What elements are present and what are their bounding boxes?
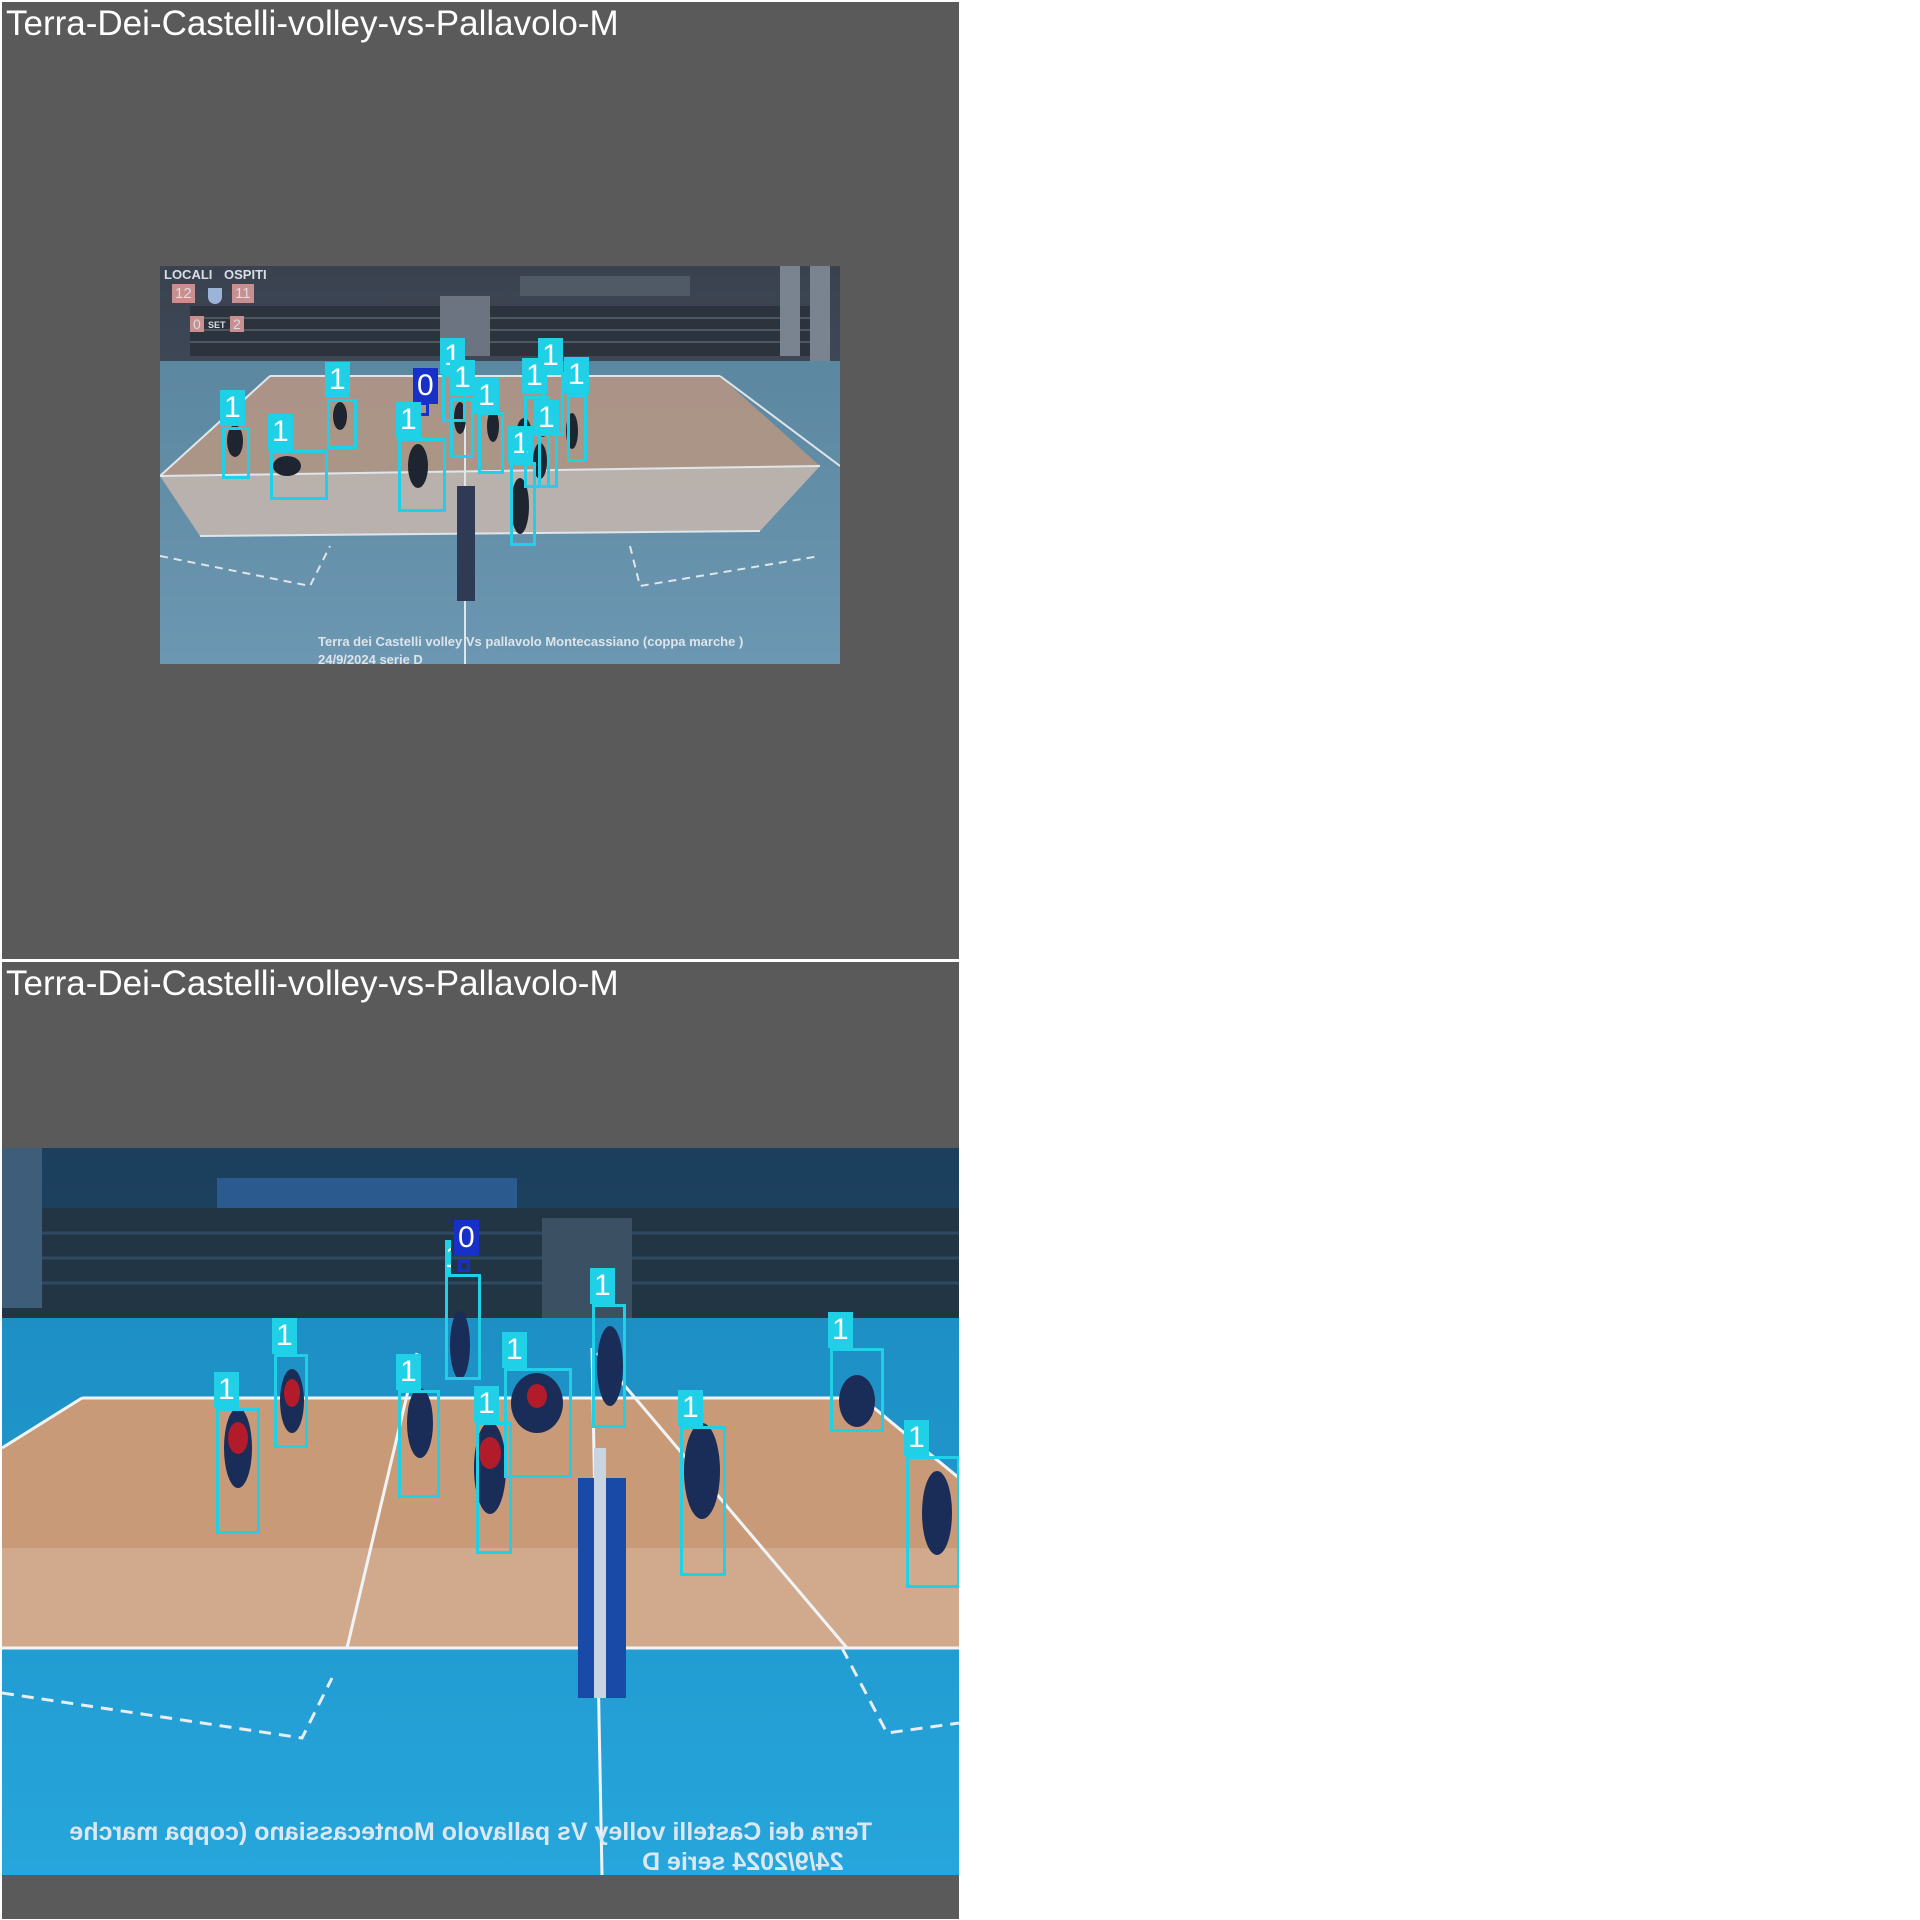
detection-box — [327, 399, 357, 449]
detection-label: 1 — [904, 1420, 929, 1456]
detection-box — [216, 1408, 260, 1534]
scoreboard-away-sets: 2 — [230, 316, 244, 332]
detection-label: 1 — [678, 1390, 703, 1426]
detection-box — [680, 1426, 726, 1576]
detection-label: 1 — [564, 357, 589, 393]
detection-label: 1 — [502, 1332, 527, 1368]
detection-box — [538, 432, 558, 488]
detection-box — [458, 1260, 470, 1272]
detection-label: 1 — [214, 1372, 239, 1408]
detection-label: 1 — [396, 1354, 421, 1390]
scoreboard-home-label: LOCALI — [164, 267, 213, 282]
video-caption-line-1: Terra dei Castelli volley Vs pallavolo M… — [69, 1818, 872, 1846]
detection-box — [445, 1274, 481, 1380]
panel-title: Terra-Dei-Castelli-volley-vs-Pallavolo-M — [6, 964, 619, 1003]
detection-label: 0 — [413, 368, 438, 404]
detection-box — [504, 1368, 572, 1478]
detection-label: 1 — [272, 1318, 297, 1354]
scoreboard-set-label: SET — [208, 320, 226, 330]
panel-title: Terra-Dei-Castelli-volley-vs-Pallavolo-M — [6, 4, 619, 43]
video-caption-line-1: Terra dei Castelli volley Vs pallavolo M… — [318, 634, 744, 649]
scoreboard-home-points: 12 — [172, 284, 195, 303]
detection-box — [567, 394, 587, 462]
detection-label: 1 — [474, 378, 499, 414]
detection-box — [398, 1390, 440, 1498]
panel-1: Terra-Dei-Castelli-volley-vs-Pallavolo-M — [2, 2, 959, 959]
scoreboard-home-sets: 0 — [190, 316, 204, 332]
team-shield-icon — [208, 288, 222, 304]
video-caption-line-2: 24/9/2024 serie D — [318, 652, 423, 664]
detection-box — [830, 1348, 884, 1432]
detection-box — [274, 1354, 308, 1448]
detection-box — [450, 398, 474, 458]
panel-2: Terra-Dei-Castelli-volley-vs-Pallavolo-M — [2, 962, 959, 1919]
scoreboard-away-label: OSPITI — [224, 267, 267, 282]
detection-box — [222, 427, 250, 479]
detection-box — [270, 450, 328, 500]
video-caption-line-2: 24/9/2024 serie D — [642, 1848, 844, 1875]
detection-label: 1 — [534, 400, 559, 436]
detection-label: 1 — [396, 402, 421, 438]
detection-label: 1 — [450, 360, 475, 396]
detection-label: 1 — [474, 1386, 499, 1422]
detection-label: 1 — [268, 414, 293, 450]
detection-label: 1 — [220, 390, 245, 426]
detection-label: 0 — [454, 1220, 479, 1256]
scoreboard-away-points: 11 — [232, 284, 254, 303]
detection-box — [398, 438, 446, 512]
detection-label: 1 — [445, 1240, 451, 1276]
detection-box — [906, 1456, 959, 1588]
detection-label: 1 — [590, 1268, 615, 1304]
detection-label: 1 — [828, 1312, 853, 1348]
detection-box — [592, 1304, 626, 1428]
detection-label: 1 — [538, 338, 563, 374]
detection-box — [478, 412, 504, 474]
detection-label: 1 — [325, 362, 350, 398]
